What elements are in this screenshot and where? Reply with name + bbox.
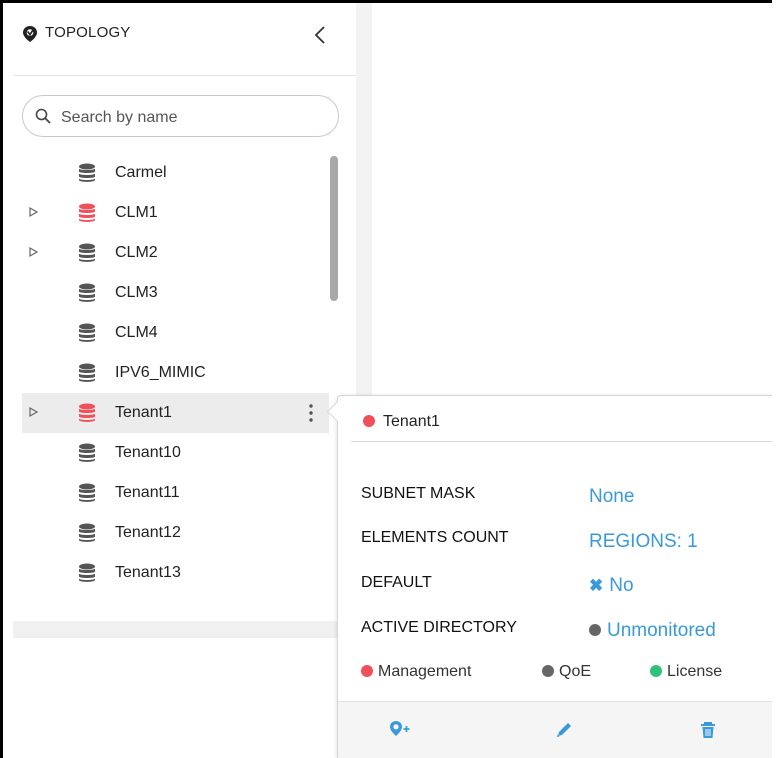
license-dot <box>650 665 662 677</box>
close-x-icon: ✖ <box>589 576 604 595</box>
tree-scrollbar[interactable] <box>330 156 338 301</box>
tree-item[interactable]: Tenant10 <box>22 433 329 473</box>
legend-qoe: QoE <box>542 663 591 681</box>
database-icon <box>79 243 95 262</box>
tree-item-label: Tenant1 <box>115 404 172 421</box>
sidebar-header: TOPOLOGY <box>13 3 356 76</box>
tree-item-label: CLM4 <box>115 324 158 341</box>
tree-item[interactable]: CLM4 <box>22 313 329 353</box>
tree-item-label: Carmel <box>115 164 167 181</box>
trash-icon[interactable] <box>697 720 719 740</box>
tree-item[interactable]: Carmel <box>22 153 329 193</box>
expand-triangle-icon[interactable] <box>27 206 39 218</box>
tree-item[interactable]: Tenant11 <box>22 473 329 513</box>
database-icon <box>79 323 95 342</box>
database-icon <box>79 363 95 382</box>
database-icon <box>79 163 95 182</box>
sidebar-title: TOPOLOGY <box>45 24 131 41</box>
tree-item-label: CLM3 <box>115 284 158 301</box>
database-icon <box>79 203 95 222</box>
qoe-dot <box>542 665 554 677</box>
tree-item-label: IPV6_MIMIC <box>115 364 206 381</box>
search-input[interactable] <box>59 106 323 130</box>
search-icon <box>35 108 51 124</box>
database-icon <box>79 483 95 502</box>
more-options-icon[interactable] <box>304 401 318 425</box>
active-directory-label: ACTIVE DIRECTORY <box>361 619 517 636</box>
default-value[interactable]: ✖ No <box>589 575 634 597</box>
right-gutter <box>772 0 779 758</box>
tree-item[interactable]: CLM3 <box>22 273 329 313</box>
subnet-mask-label: SUBNET MASK <box>361 485 476 502</box>
tree-item[interactable]: Tenant13 <box>22 553 329 593</box>
database-icon <box>79 443 95 462</box>
database-icon <box>79 523 95 542</box>
search-box <box>22 95 339 137</box>
legend-license: License <box>650 663 722 681</box>
management-dot <box>361 665 373 677</box>
database-icon <box>79 403 95 422</box>
popover-header: Tenant1 <box>351 396 775 442</box>
tree-item-label: Tenant12 <box>115 524 181 541</box>
default-label: DEFAULT <box>361 574 432 591</box>
elements-count-value[interactable]: REGIONS: 1 <box>589 531 698 553</box>
tenant-details-popover: Tenant1 SUBNET MASK None ELEMENTS COUNT … <box>326 395 779 758</box>
topology-sidebar: TOPOLOGY Carmel CLM1 CLM2 CLM3 CLM4 IPV6_MIMI… <box>13 3 357 623</box>
database-icon <box>79 563 95 582</box>
popover-title: Tenant1 <box>383 413 440 430</box>
add-location-icon[interactable] <box>389 720 411 740</box>
unmonitored-dot <box>589 624 601 636</box>
subnet-mask-value[interactable]: None <box>589 486 634 508</box>
elements-count-label: ELEMENTS COUNT <box>361 529 509 546</box>
topology-pin-icon <box>23 26 37 42</box>
default-value-text: No <box>609 575 634 596</box>
popover-actions <box>338 701 778 758</box>
legend-management-label: Management <box>378 663 472 680</box>
legend-qoe-label: QoE <box>559 663 592 680</box>
tree-item[interactable]: IPV6_MIMIC <box>22 353 329 393</box>
tree-item-label: CLM1 <box>115 204 158 221</box>
legend-license-label: License <box>667 663 723 680</box>
tree-item-label: Tenant13 <box>115 564 181 581</box>
tree-item[interactable]: Tenant12 <box>22 513 329 553</box>
legend-management: Management <box>361 663 471 681</box>
tree-item-label: CLM2 <box>115 244 158 261</box>
tree-item[interactable]: CLM1 <box>22 193 329 233</box>
collapse-sidebar-button[interactable] <box>309 23 333 47</box>
expand-triangle-icon[interactable] <box>27 406 39 418</box>
status-dot <box>363 415 375 427</box>
tree-item-label: Tenant11 <box>115 484 180 501</box>
expand-triangle-icon[interactable] <box>27 246 39 258</box>
pencil-icon[interactable] <box>553 720 575 740</box>
sidebar-footer <box>13 621 372 638</box>
active-directory-value-text: Unmonitored <box>607 620 716 641</box>
database-icon <box>79 283 95 302</box>
tree-item[interactable]: Tenant1 <box>22 393 329 433</box>
tree-item-label: Tenant10 <box>115 444 181 461</box>
tree-item[interactable]: CLM2 <box>22 233 329 273</box>
active-directory-value[interactable]: Unmonitored <box>589 620 716 642</box>
